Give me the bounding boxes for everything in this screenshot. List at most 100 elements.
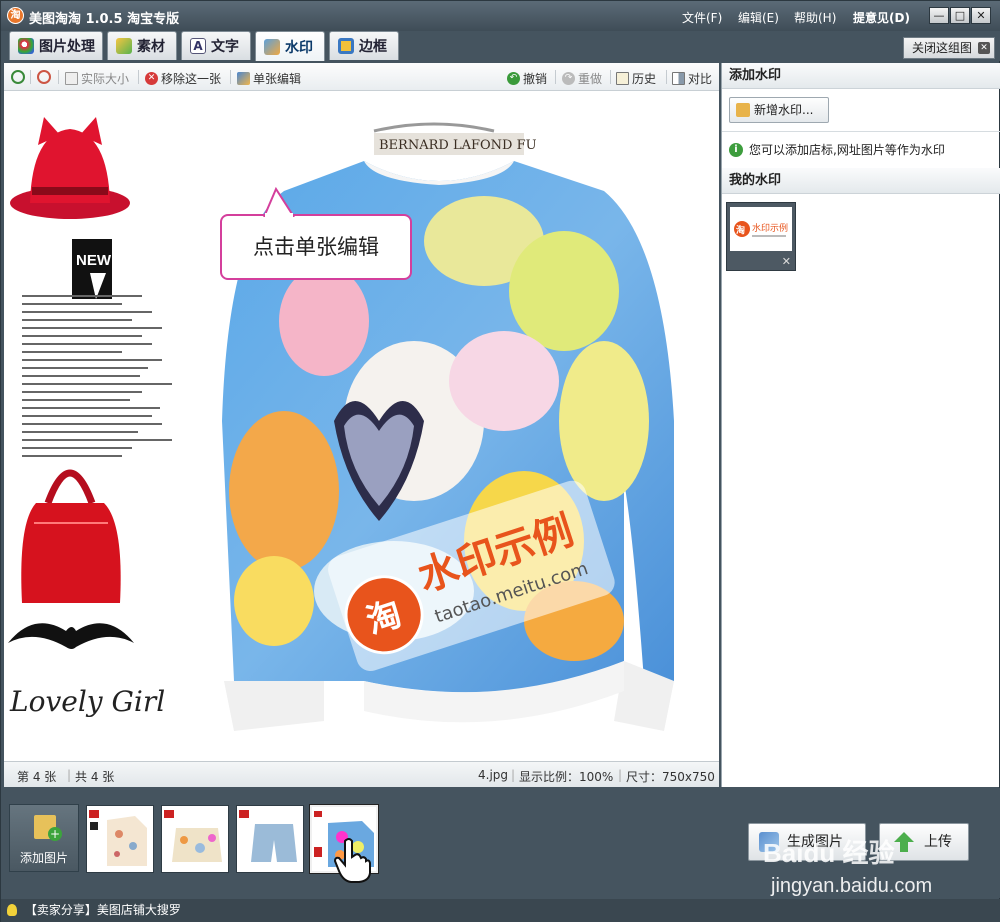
watermark-sample-graphic: 淘 水印示例: [734, 221, 788, 237]
thumbnail-3[interactable]: [236, 805, 304, 873]
status-bar: 第 4 张 | 共 4 张 4.jpg | 显示比例：100% | 尺寸：750…: [4, 761, 719, 787]
close-window-button[interactable]: ✕: [971, 7, 991, 24]
zoom-in-button[interactable]: [11, 70, 25, 84]
image-canvas[interactable]: NEW Lovely Girl BERNARD LAFOND FU 淘 水印示例…: [4, 91, 719, 761]
status-divider: |: [618, 768, 623, 782]
zoom-in-icon: [11, 70, 25, 84]
wm-thumb-text: 水印示例: [752, 222, 788, 234]
add-watermark-header: 添加水印: [722, 63, 1000, 89]
undo-label: 撤销: [523, 72, 548, 86]
footer-link[interactable]: 【卖家分享】美图店铺大搜罗: [25, 903, 181, 917]
palette-icon: [18, 38, 34, 54]
close-icon: ✕: [978, 42, 990, 54]
menu-feedback[interactable]: 提意见(D): [853, 9, 910, 26]
redo-label: 重做: [578, 72, 603, 86]
baidu-watermark-url: jingyan.baidu.com: [771, 875, 933, 897]
tab-label: 水印: [285, 39, 313, 56]
collage-left-strip: NEW Lovely Girl: [4, 103, 174, 723]
add-image-button[interactable]: + 添加图片: [9, 804, 79, 872]
thumbnail-2-image: [164, 810, 222, 862]
history-icon: [616, 72, 629, 85]
menu-help[interactable]: 帮助(H): [794, 9, 836, 26]
zoom-out-button[interactable]: [37, 70, 51, 84]
remove-one-button[interactable]: ✕ 移除这一张: [145, 70, 221, 87]
thumbnail-2[interactable]: [161, 805, 229, 873]
close-group-label: 关闭这组图: [912, 41, 973, 55]
collage-illustration: NEW Lovely Girl: [8, 117, 172, 718]
tab-label: 图片处理: [39, 39, 95, 55]
actual-size-icon: [65, 72, 78, 85]
tab-border[interactable]: 边框: [329, 31, 399, 60]
status-divider: |: [67, 768, 72, 782]
callout-text: 点击单张编辑: [253, 235, 379, 259]
status-zoom: 显示比例：100%: [519, 770, 614, 784]
actual-size-label: 实际大小: [81, 72, 130, 86]
tab-materials[interactable]: 素材: [107, 31, 177, 60]
my-watermark-header: 我的水印: [722, 168, 1000, 194]
tab-label: 素材: [137, 39, 165, 55]
close-group-button[interactable]: 关闭这组图 ✕: [903, 37, 995, 59]
status-index: 第 4 张: [17, 770, 57, 784]
tip-text: 您可以添加店标,网址图片等作为水印: [749, 143, 945, 157]
upload-label: 上传: [924, 834, 952, 850]
tab-text[interactable]: A 文字: [181, 31, 251, 60]
new-watermark-button[interactable]: 新增水印...: [729, 97, 829, 123]
title-bar: 淘 美图淘淘 1.0.5 淘宝专版 文件(F) 编辑(E) 帮助(H) 提意见(…: [1, 1, 1000, 31]
compare-button[interactable]: 对比: [672, 70, 712, 87]
tab-image-processing[interactable]: 图片处理: [9, 31, 103, 60]
menu-edit[interactable]: 编辑(E): [738, 9, 779, 26]
upload-arrow-icon: [894, 832, 914, 852]
new-watermark-label: 新增水印...: [754, 103, 814, 117]
footer-bar: 【卖家分享】美图店铺大搜罗: [1, 899, 1000, 922]
history-button[interactable]: 历史: [616, 70, 656, 87]
lovely-girl-text: Lovely Girl: [9, 685, 165, 718]
app-window: 淘 美图淘淘 1.0.5 淘宝专版 文件(F) 编辑(E) 帮助(H) 提意见(…: [0, 0, 1000, 922]
watermark-tip: i 您可以添加店标,网址图片等作为水印: [729, 141, 945, 158]
remove-icon: ✕: [145, 72, 158, 85]
add-image-label: 添加图片: [19, 851, 68, 865]
callout-pointer: [263, 187, 295, 217]
toolbar-separator: [555, 70, 556, 84]
compare-label: 对比: [688, 72, 713, 86]
instruction-callout: 点击单张编辑: [220, 214, 412, 280]
add-watermark-icon: [736, 103, 750, 117]
wm-thumb-logo-char: 淘: [736, 224, 745, 236]
undo-button[interactable]: ↶ 撤销: [507, 70, 547, 87]
thumbnail-1[interactable]: [86, 805, 154, 873]
shirt-tag-text: BERNARD LAFOND FU: [379, 138, 537, 153]
toolbar-separator: [610, 70, 611, 84]
toolbar-separator: [666, 70, 667, 84]
border-icon: [338, 38, 354, 54]
maximize-button[interactable]: □: [950, 7, 970, 24]
redo-button[interactable]: ↷ 重做: [562, 70, 602, 87]
delete-watermark-icon[interactable]: ✕: [782, 255, 791, 268]
status-divider: |: [511, 768, 516, 782]
materials-icon: [116, 38, 132, 54]
app-logo-icon: 淘: [7, 7, 24, 24]
app-title: 美图淘淘 1.0.5 淘宝专版: [29, 12, 180, 27]
plus-icon: +: [48, 827, 62, 841]
hand-cursor-icon: [333, 838, 371, 883]
new-text: NEW: [76, 252, 112, 269]
undo-icon: ↶: [507, 72, 520, 85]
toolbar-separator: [58, 70, 59, 84]
remove-one-label: 移除这一张: [161, 72, 222, 86]
watermark-thumbnail[interactable]: 淘 水印示例 ✕: [726, 202, 796, 271]
status-size: 尺寸：750x750: [626, 770, 715, 784]
tab-watermark[interactable]: 水印: [255, 31, 325, 61]
baidu-watermark-logo: Baidu 经验: [763, 838, 895, 868]
tab-bar: 图片处理 素材 A 文字 水印 边框: [1, 31, 1000, 61]
history-label: 历史: [632, 72, 657, 86]
menu-file[interactable]: 文件(F): [682, 9, 722, 26]
minimize-button[interactable]: —: [929, 7, 949, 24]
watermark-icon: [264, 38, 280, 55]
toolbar-separator: [230, 70, 231, 84]
tab-label: 边框: [359, 39, 387, 55]
panel-divider: [722, 131, 1000, 132]
toolbar: 实际大小 ✕ 移除这一张 单张编辑 ↶ 撤销 ↷ 重做 历史 对比: [4, 63, 719, 91]
actual-size-button[interactable]: 实际大小: [65, 70, 129, 87]
single-edit-button[interactable]: 单张编辑: [237, 70, 301, 87]
status-total: 共 4 张: [75, 770, 115, 784]
toolbar-separator: [138, 70, 139, 84]
compare-icon: [672, 72, 685, 85]
